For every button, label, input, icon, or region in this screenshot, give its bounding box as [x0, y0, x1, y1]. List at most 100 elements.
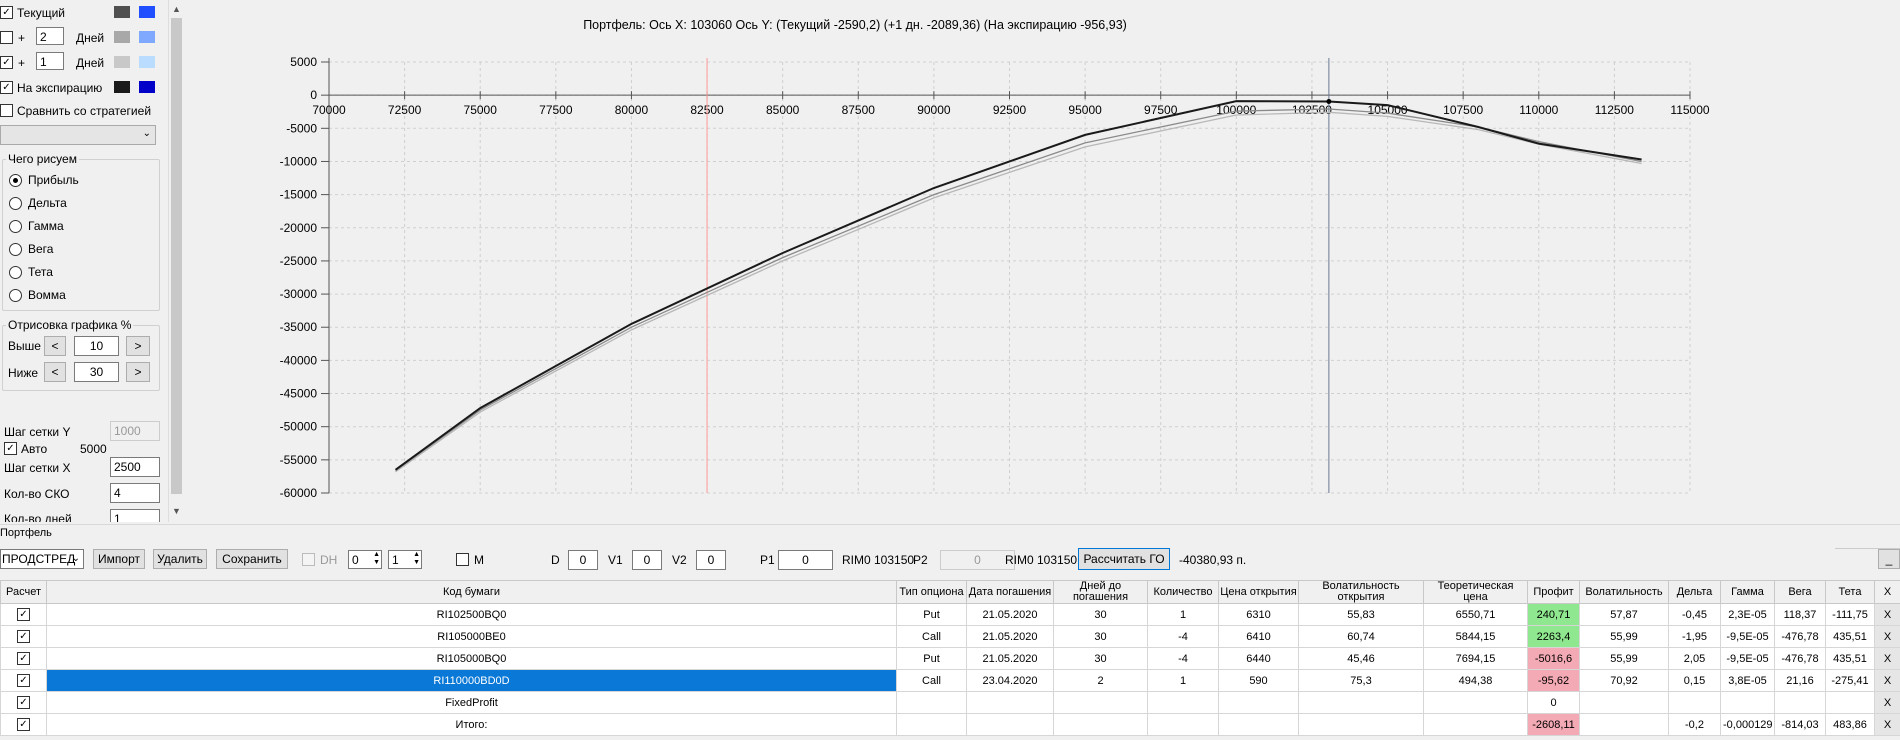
cell-code[interactable]: RI102500BQ0: [46, 603, 897, 626]
cell-gamma[interactable]: 3,8E-05: [1720, 669, 1775, 692]
table-row[interactable]: ✓ RI102500BQ0 Put 21.05.2020 30 1 6310 55,83 655…: [0, 603, 1900, 626]
import-button[interactable]: Импорт: [93, 549, 145, 569]
cell-date[interactable]: [966, 691, 1054, 714]
row-calc-cell[interactable]: ✓: [0, 647, 47, 670]
col-header-profit[interactable]: Профит: [1527, 580, 1580, 604]
row-remove-button[interactable]: X: [1874, 603, 1900, 626]
cell-delta[interactable]: -0,2: [1668, 713, 1721, 736]
cell-vol[interactable]: [1579, 691, 1669, 714]
col-header-code[interactable]: Код бумаги: [46, 580, 897, 604]
radio-theta[interactable]: [9, 266, 22, 279]
cell-open[interactable]: 6310: [1218, 603, 1299, 626]
cell-type[interactable]: Put: [896, 603, 967, 626]
table-row[interactable]: ✓ RI105000BE0 Call 21.05.2020 30 -4 6410 60,74 5…: [0, 625, 1900, 648]
radio-profit[interactable]: [9, 174, 22, 187]
cell-qty[interactable]: [1147, 713, 1219, 736]
cell-days[interactable]: 30: [1053, 603, 1148, 626]
cell-vol[interactable]: [1579, 713, 1669, 736]
below-decrease-button[interactable]: <: [44, 362, 66, 382]
d-input[interactable]: 0: [568, 550, 598, 570]
cell-profit[interactable]: 2263,4: [1527, 625, 1580, 648]
delete-button[interactable]: Удалить: [153, 549, 207, 569]
plus-days-checkbox-1[interactable]: [0, 31, 13, 44]
days-count-input[interactable]: 1: [110, 509, 160, 522]
cell-date[interactable]: 21.05.2020: [966, 603, 1054, 626]
cell-open[interactable]: 6440: [1218, 647, 1299, 670]
col-header-qty[interactable]: Количество: [1147, 580, 1219, 604]
col-header-theor[interactable]: Теоретическая цена: [1423, 580, 1528, 604]
pnl-chart[interactable]: 5000 0 -5000 -10000 -15000 -20000 -25000 -30000…: [190, 0, 1900, 522]
cell-vol-open[interactable]: 60,74: [1298, 625, 1424, 648]
cell-gamma[interactable]: [1720, 691, 1775, 714]
above-increase-button[interactable]: >: [126, 336, 150, 356]
below-value[interactable]: 30: [74, 362, 119, 382]
cell-gamma[interactable]: -9,5E-05: [1720, 625, 1775, 648]
cell-delta[interactable]: [1668, 691, 1721, 714]
p2-input[interactable]: 0: [940, 550, 1015, 570]
cell-open[interactable]: [1218, 691, 1299, 714]
dh-checkbox[interactable]: [302, 553, 315, 566]
cell-qty[interactable]: -4: [1147, 625, 1219, 648]
cell-days[interactable]: 2: [1053, 669, 1148, 692]
cell-date[interactable]: 21.05.2020: [966, 647, 1054, 670]
cell-days[interactable]: [1053, 713, 1148, 736]
plus-days-checkbox-2[interactable]: ✓: [0, 56, 13, 69]
cell-theta[interactable]: 435,51: [1825, 647, 1875, 670]
cell-theor[interactable]: 494,38: [1423, 669, 1528, 692]
cell-type[interactable]: [896, 691, 967, 714]
cell-code[interactable]: RI110000BD0D: [46, 669, 897, 692]
grid-y-input[interactable]: 1000: [110, 421, 160, 441]
cell-date[interactable]: 21.05.2020: [966, 625, 1054, 648]
radio-delta[interactable]: [9, 197, 22, 210]
cell-profit[interactable]: -2608,11: [1527, 713, 1580, 736]
cell-qty[interactable]: -4: [1147, 647, 1219, 670]
cell-gamma[interactable]: -9,5E-05: [1720, 647, 1775, 670]
m-checkbox[interactable]: [456, 553, 469, 566]
row-calc-cell[interactable]: ✓: [0, 625, 47, 648]
cell-qty[interactable]: [1147, 691, 1219, 714]
save-button[interactable]: Сохранить: [216, 549, 288, 569]
cell-days[interactable]: [1053, 691, 1148, 714]
above-value[interactable]: 10: [74, 336, 119, 356]
cell-theor[interactable]: 6550,71: [1423, 603, 1528, 626]
cell-vol-open[interactable]: 45,46: [1298, 647, 1424, 670]
row-calc-checkbox[interactable]: ✓: [17, 696, 30, 709]
spinner-arrows-icon[interactable]: ▲ ▼: [373, 551, 380, 567]
cell-vega[interactable]: [1774, 691, 1826, 714]
cell-vega[interactable]: -476,78: [1774, 647, 1826, 670]
cell-profit[interactable]: 240,71: [1527, 603, 1580, 626]
cell-profit[interactable]: 0: [1527, 691, 1580, 714]
cell-code[interactable]: Итого:: [46, 713, 897, 736]
row-calc-cell[interactable]: ✓: [0, 713, 47, 736]
table-row[interactable]: ✓ RI105000BQ0 Put 21.05.2020 30 -4 6440 45,46 76…: [0, 647, 1900, 670]
scrollbar-thumb[interactable]: [171, 18, 182, 494]
cell-days[interactable]: 30: [1053, 647, 1148, 670]
cell-type[interactable]: Call: [896, 669, 967, 692]
cell-theor[interactable]: 5844,15: [1423, 625, 1528, 648]
cell-delta[interactable]: -0,45: [1668, 603, 1721, 626]
spinner-arrows-icon[interactable]: ▲ ▼: [413, 551, 420, 567]
row-remove-button[interactable]: X: [1874, 713, 1900, 736]
cell-theta[interactable]: 483,86: [1825, 713, 1875, 736]
col-header-open[interactable]: Цена открытия: [1218, 580, 1299, 604]
table-row[interactable]: ✓ FixedProfit 0 X: [0, 691, 1900, 714]
days1-color-1[interactable]: [114, 31, 130, 43]
cell-vol[interactable]: 55,99: [1579, 625, 1669, 648]
row-calc-checkbox[interactable]: ✓: [17, 608, 30, 621]
cell-vol[interactable]: 55,99: [1579, 647, 1669, 670]
below-increase-button[interactable]: >: [126, 362, 150, 382]
cell-qty[interactable]: 1: [1147, 603, 1219, 626]
mode-select[interactable]: ПРОДСТРЕД ⌄: [0, 549, 84, 569]
row-calc-checkbox[interactable]: ✓: [17, 718, 30, 731]
grid-x-input[interactable]: 2500: [110, 457, 160, 477]
compare-checkbox[interactable]: [0, 104, 13, 117]
cell-vol-open[interactable]: [1298, 691, 1424, 714]
col-header-vega[interactable]: Вега: [1774, 580, 1826, 604]
auto-checkbox[interactable]: ✓: [4, 442, 17, 455]
cell-vega[interactable]: -814,03: [1774, 713, 1826, 736]
minimize-button[interactable]: _: [1878, 549, 1900, 569]
col-header-vol[interactable]: Волатильность: [1579, 580, 1669, 604]
cell-theta[interactable]: -111,75: [1825, 603, 1875, 626]
scroll-up-icon[interactable]: ▲: [171, 2, 182, 16]
table-row[interactable]: ✓ RI110000BD0D Call 23.04.2020 2 1 590 75,3 494,…: [0, 669, 1900, 692]
